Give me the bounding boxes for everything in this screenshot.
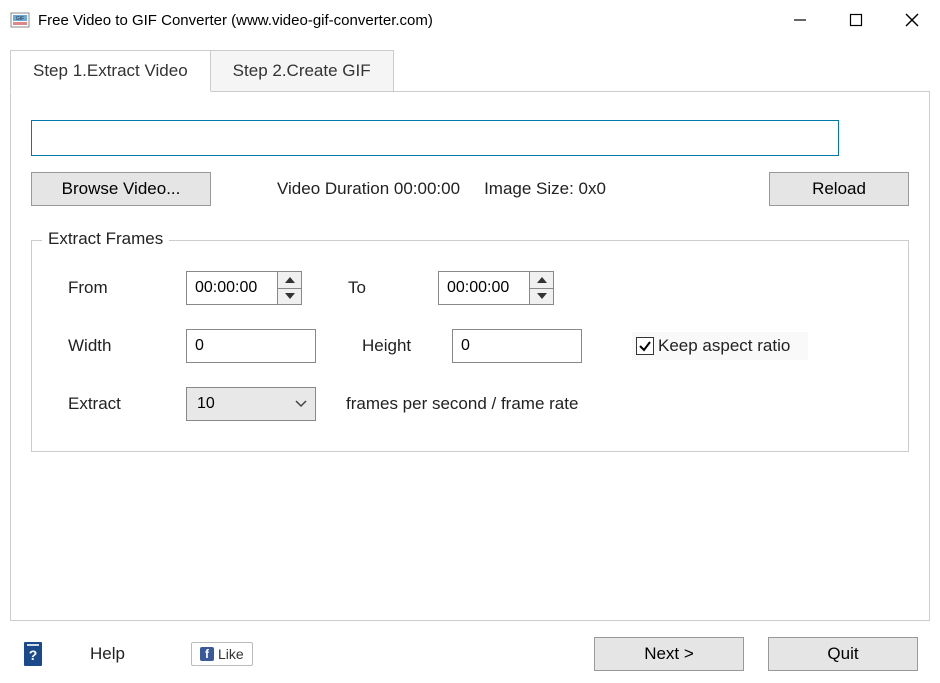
image-size-label: Image Size: 0x0 (484, 179, 606, 199)
window-title: Free Video to GIF Converter (www.video-g… (38, 12, 433, 29)
svg-text:?: ? (29, 647, 38, 663)
from-time-spinner[interactable] (186, 271, 302, 305)
keep-aspect-ratio-checkbox[interactable] (636, 337, 654, 355)
video-duration-label: Video Duration 00:00:00 (277, 179, 460, 199)
height-input[interactable] (452, 329, 582, 363)
keep-aspect-ratio-wrap[interactable]: Keep aspect ratio (632, 332, 808, 360)
to-time-input[interactable] (439, 272, 529, 304)
panel-step1: Browse Video... Video Duration 00:00:00 … (10, 91, 930, 621)
width-input[interactable] (186, 329, 316, 363)
from-time-input[interactable] (187, 272, 277, 304)
like-button[interactable]: f Like (191, 642, 253, 666)
to-down-icon[interactable] (530, 289, 553, 305)
from-up-icon[interactable] (278, 272, 301, 289)
like-label: Like (218, 646, 244, 662)
footer: ? Help f Like Next > Quit (0, 637, 940, 671)
extract-frames-group: Extract Frames From To (31, 240, 909, 452)
help-icon[interactable]: ? (22, 640, 44, 668)
to-time-spinner[interactable] (438, 271, 554, 305)
titlebar: GIF Free Video to GIF Converter (www.vid… (0, 0, 940, 40)
fps-value: 10 (187, 388, 287, 420)
app-icon: GIF (10, 10, 30, 30)
extract-label: Extract (56, 394, 186, 414)
next-button[interactable]: Next > (594, 637, 744, 671)
reload-button[interactable]: Reload (769, 172, 909, 206)
tab-strip: Step 1.Extract Video Step 2.Create GIF (10, 50, 930, 92)
close-button[interactable] (884, 0, 940, 40)
quit-button[interactable]: Quit (768, 637, 918, 671)
from-label: From (56, 278, 186, 298)
tab-step1[interactable]: Step 1.Extract Video (10, 50, 211, 92)
keep-aspect-ratio-label: Keep aspect ratio (658, 336, 790, 356)
svg-text:GIF: GIF (16, 16, 24, 22)
fps-select[interactable]: 10 (186, 387, 316, 421)
extract-frames-legend: Extract Frames (42, 229, 169, 249)
maximize-button[interactable] (828, 0, 884, 40)
height-label: Height (362, 336, 452, 356)
chevron-down-icon[interactable] (287, 388, 315, 420)
from-down-icon[interactable] (278, 289, 301, 305)
browse-video-button[interactable]: Browse Video... (31, 172, 211, 206)
help-link[interactable]: Help (90, 644, 125, 664)
to-up-icon[interactable] (530, 272, 553, 289)
minimize-button[interactable] (772, 0, 828, 40)
tab-step2[interactable]: Step 2.Create GIF (211, 50, 394, 92)
to-label: To (348, 278, 438, 298)
width-label: Width (56, 336, 186, 356)
facebook-icon: f (200, 647, 214, 661)
fps-suffix-label: frames per second / frame rate (346, 394, 578, 414)
video-path-input[interactable] (31, 120, 839, 156)
